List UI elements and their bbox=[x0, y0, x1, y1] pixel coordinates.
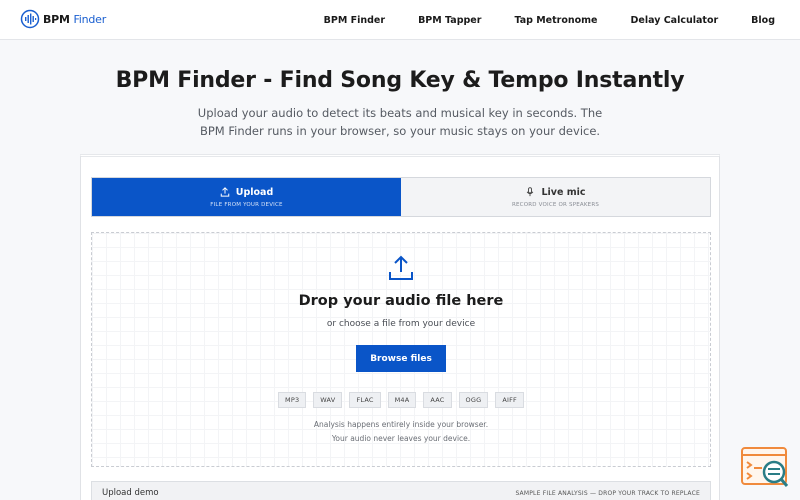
upload-icon bbox=[220, 187, 229, 197]
format-badge: AAC bbox=[423, 392, 452, 408]
format-badge: MP3 bbox=[278, 392, 307, 408]
nav-blog[interactable]: Blog bbox=[751, 15, 775, 26]
main-nav: BPM Finder BPM Tapper Tap Metronome Dela… bbox=[291, 0, 775, 40]
nav-delay-calculator[interactable]: Delay Calculator bbox=[631, 15, 719, 26]
subtitle-line-1: Upload your audio to detect its beats an… bbox=[197, 106, 603, 120]
analyzer-card: Upload FILE FROM YOUR DEVICE Live mic RE… bbox=[80, 154, 720, 500]
format-badge: OGG bbox=[458, 392, 489, 408]
floating-help-widget[interactable] bbox=[740, 446, 790, 490]
search-code-icon bbox=[741, 447, 789, 487]
logo-waveform-icon bbox=[20, 9, 40, 29]
input-mode-tabs: Upload FILE FROM YOUR DEVICE Live mic RE… bbox=[91, 177, 711, 217]
demo-label: Upload demo bbox=[102, 488, 159, 498]
microphone-icon bbox=[527, 187, 534, 197]
dropzone-title: Drop your audio file here bbox=[298, 293, 504, 309]
tab-live-mic-label: Live mic bbox=[541, 186, 586, 198]
file-dropzone[interactable]: Drop your audio file here or choose a fi… bbox=[91, 232, 711, 467]
top-navbar: BPM Finder BPM Finder BPM Tapper Tap Met… bbox=[0, 0, 800, 40]
tab-upload-sub: FILE FROM YOUR DEVICE bbox=[210, 201, 283, 208]
supported-formats: MP3 WAV FLAC M4A AAC OGG AIFF bbox=[92, 392, 710, 408]
upload-demo-bar: Upload demo SAMPLE FILE ANALYSIS — DROP … bbox=[91, 481, 711, 500]
privacy-note-line-2: Your audio never leaves your device. bbox=[331, 434, 471, 443]
dropzone-subtitle: or choose a file from your device bbox=[326, 319, 476, 329]
nav-bpm-tapper[interactable]: BPM Tapper bbox=[418, 15, 481, 26]
site-logo[interactable]: BPM Finder bbox=[20, 9, 106, 29]
format-badge: M4A bbox=[387, 392, 417, 408]
tab-upload[interactable]: Upload FILE FROM YOUR DEVICE bbox=[92, 178, 401, 216]
privacy-note: Analysis happens entirely inside your br… bbox=[92, 418, 710, 446]
format-badge: AIFF bbox=[495, 392, 524, 408]
privacy-note-line-1: Analysis happens entirely inside your br… bbox=[313, 420, 489, 429]
tab-upload-header: Upload bbox=[220, 186, 274, 198]
browse-files-button[interactable]: Browse files bbox=[356, 345, 446, 372]
tab-upload-label: Upload bbox=[235, 186, 274, 198]
tab-live-mic-header: Live mic bbox=[525, 186, 586, 198]
demo-hint: SAMPLE FILE ANALYSIS — DROP YOUR TRACK T… bbox=[515, 490, 700, 497]
format-badge: FLAC bbox=[349, 392, 381, 408]
page-subtitle: Upload your audio to detect its beats an… bbox=[180, 104, 620, 140]
logo-text: BPM Finder bbox=[43, 12, 107, 26]
upload-arrow-icon bbox=[389, 255, 413, 280]
page-title: BPM Finder - Find Song Key & Tempo Insta… bbox=[115, 68, 685, 93]
format-badge: WAV bbox=[313, 392, 343, 408]
tab-live-mic-sub: RECORD VOICE OR SPEAKERS bbox=[511, 201, 600, 208]
tab-live-mic[interactable]: Live mic RECORD VOICE OR SPEAKERS bbox=[401, 178, 710, 216]
subtitle-line-2: BPM Finder runs in your browser, so your… bbox=[199, 124, 601, 138]
nav-bpm-finder[interactable]: BPM Finder bbox=[324, 15, 385, 26]
nav-tap-metronome[interactable]: Tap Metronome bbox=[514, 15, 597, 26]
